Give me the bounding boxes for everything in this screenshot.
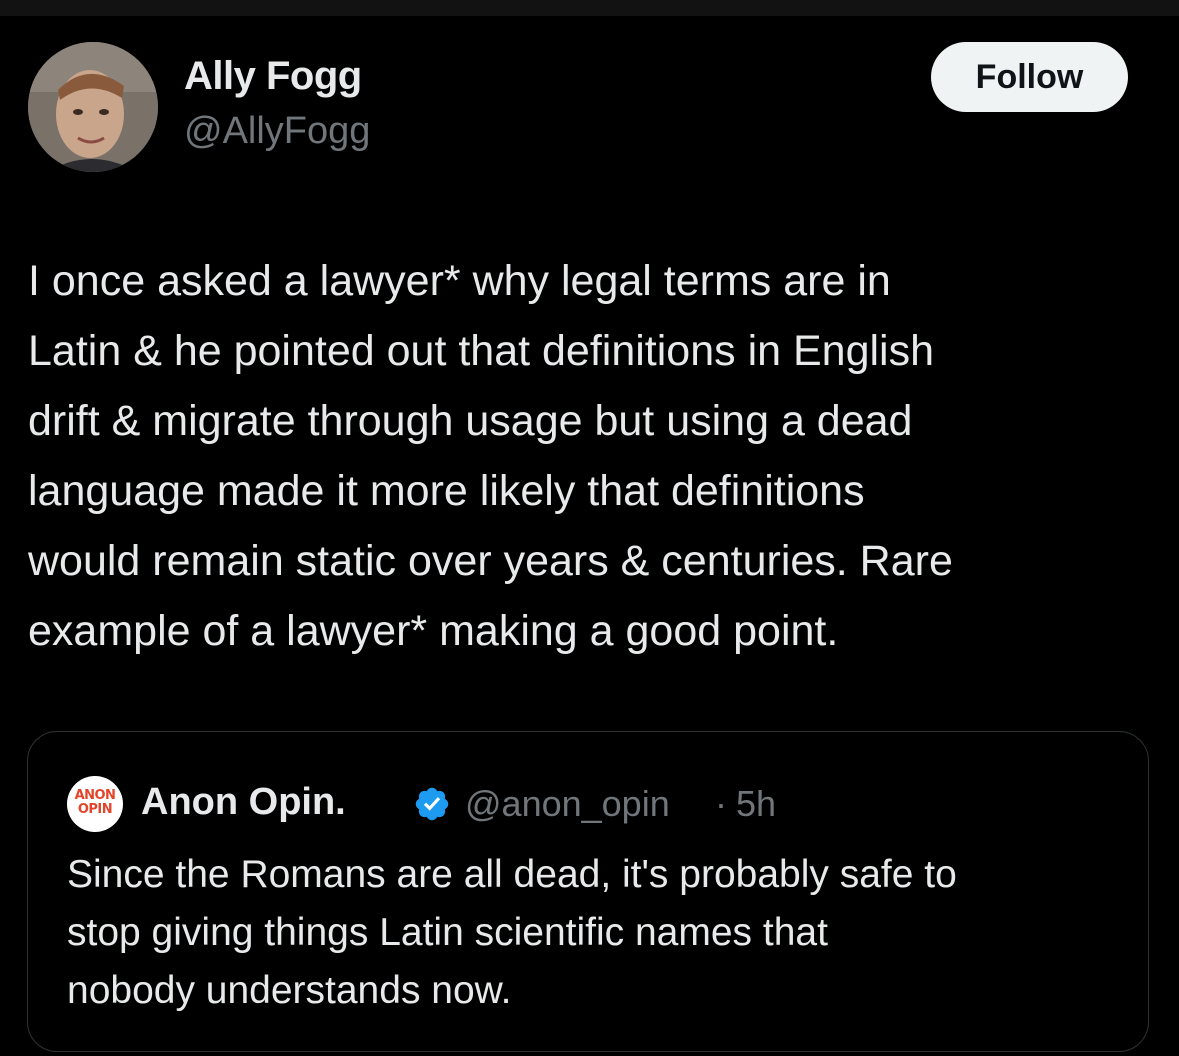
author-name[interactable]: Ally Fogg [184,54,362,99]
author-avatar[interactable] [28,42,158,172]
separator-dot: · [715,783,727,824]
follow-button[interactable]: Follow [931,42,1128,112]
post-header: Ally Fogg @AllyFogg Follow [28,42,1148,172]
quoted-avatar-logo-line1: ANON [74,788,116,803]
quoted-author-handle[interactable]: @anon_opin [465,783,670,825]
profile-photo-icon [28,42,158,172]
quoted-author-name[interactable]: Anon Opin. [141,781,346,824]
quoted-post-card[interactable]: ANON OPIN Anon Opin. @anon_opin · 5h Sin… [27,731,1149,1052]
quoted-avatar-logo-line2: OPIN [77,802,113,817]
author-handle[interactable]: @AllyFogg [184,110,370,153]
post-text: I once asked a lawyer* why legal terms a… [28,257,953,655]
quoted-author-avatar[interactable]: ANON OPIN [67,776,123,832]
quoted-post-text: Since the Romans are all dead, it's prob… [67,853,957,1012]
quoted-post-timestamp[interactable]: 5h [736,783,776,825]
quoted-post-header: ANON OPIN Anon Opin. @anon_opin · 5h [67,776,1107,832]
top-strip [0,0,1179,16]
verified-badge-icon [415,787,449,821]
